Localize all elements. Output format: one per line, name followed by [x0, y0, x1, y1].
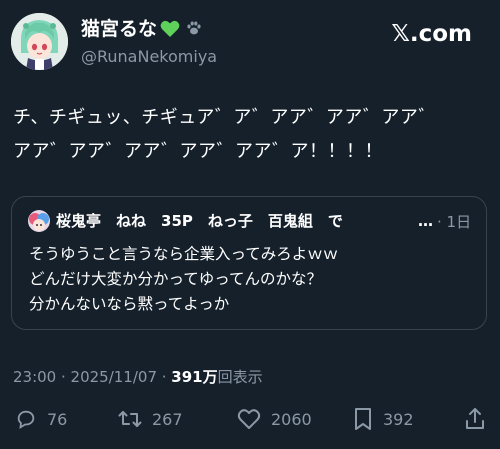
- quote-timestamp: · 1日: [437, 213, 472, 231]
- bookmark-icon: [353, 407, 373, 431]
- tweet-card: 猫宮るな @RunaNekomiya 𝕏.com チ、チギュッ、チギュア゛ア゛ア…: [0, 0, 500, 449]
- author-avatar[interactable]: [11, 13, 68, 70]
- retweet-icon: [118, 408, 142, 430]
- bookmark-button[interactable]: 392: [353, 402, 414, 436]
- green-heart-icon: [160, 20, 180, 44]
- share-icon: [464, 407, 486, 431]
- reply-icon: [15, 408, 37, 430]
- bookmark-count: 392: [383, 409, 414, 429]
- retweet-count: 267: [152, 409, 183, 429]
- heart-icon: [237, 408, 261, 430]
- display-name-text: 猫宮るな: [81, 18, 158, 40]
- tweet-meta: 23:00 · 2025/11/07 · 391万回表示: [13, 367, 263, 387]
- action-bar: 76 267 2060 392: [0, 402, 500, 436]
- quoted-tweet[interactable]: 桜鬼亭 ねね 35P ねっ子 百鬼組 で … · 1日 そうゆうこと言うなら企業…: [11, 196, 487, 330]
- like-count: 2060: [271, 409, 312, 429]
- reply-count: 76: [47, 409, 68, 429]
- brand-x-com: 𝕏.com: [391, 20, 472, 48]
- retweet-button[interactable]: 267: [118, 402, 183, 436]
- quote-text: そうゆうこと言うなら企業入ってみろよｗｗ どんだけ大変か分かってゆってんのかな？…: [29, 245, 339, 313]
- brand-text: 𝕏.com: [391, 21, 472, 47]
- views-count: 391万: [171, 368, 218, 386]
- reply-button[interactable]: 76: [15, 402, 67, 436]
- like-button[interactable]: 2060: [237, 402, 312, 436]
- tweet-text: チ、チギュッ、チギュア゛ア゛アア゛アア゛アア゛ アア゛アア゛アア゛アア゛アア゛ア…: [13, 107, 437, 162]
- quote-author-name: 桜鬼亭 ねね 35P ねっ子 百鬼組 で: [56, 212, 343, 230]
- paw-icon: [186, 18, 202, 42]
- quote-name-ellipsis: …: [418, 212, 433, 230]
- share-button[interactable]: [464, 402, 486, 436]
- quote-author-avatar: [28, 210, 50, 232]
- author-display-name[interactable]: 猫宮るな: [81, 17, 202, 44]
- author-handle[interactable]: @RunaNekomiya: [81, 46, 217, 68]
- views-label: 回表示: [217, 368, 263, 386]
- tweet-timestamp[interactable]: 23:00 · 2025/11/07 ·: [13, 368, 171, 386]
